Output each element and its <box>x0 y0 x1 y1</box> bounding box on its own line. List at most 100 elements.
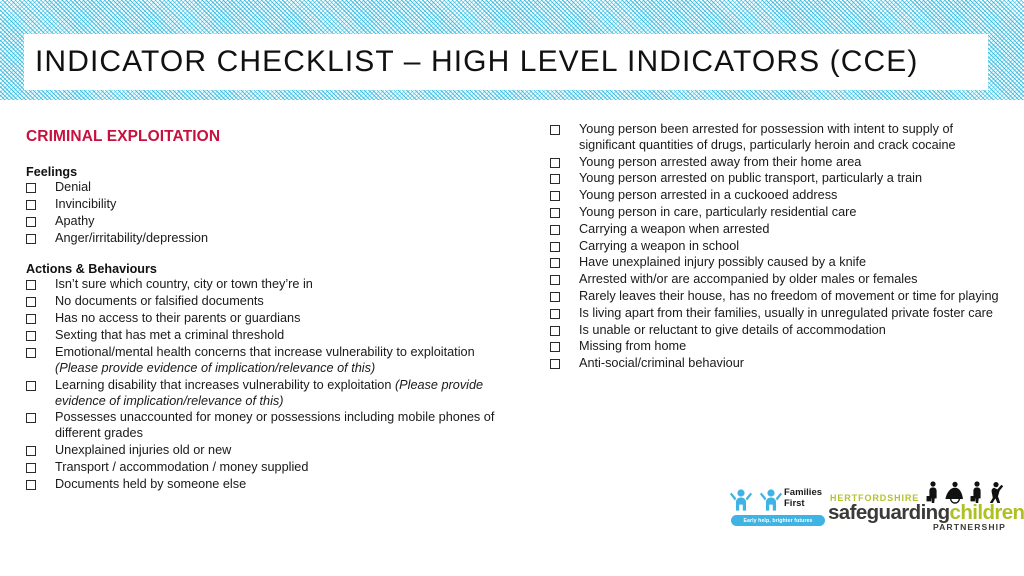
checklist-item-label: Apathy <box>55 213 95 228</box>
checklist-item-label: Arrested with/or are accompanied by olde… <box>579 272 918 287</box>
checklist-item[interactable]: Transport / accommodation / money suppli… <box>24 460 516 476</box>
checklist-item[interactable]: Young person in care, particularly resid… <box>548 205 1000 221</box>
group-title-feelings: Feelings <box>26 165 78 179</box>
checklist-item[interactable]: Have unexplained injury possibly caused … <box>548 255 1000 271</box>
checklist-item-label: Young person in care, particularly resid… <box>579 204 857 219</box>
checkbox-icon[interactable] <box>26 297 36 308</box>
checklist-item[interactable]: Is unable or reluctant to give details o… <box>548 323 1000 339</box>
checkbox-icon[interactable] <box>26 280 36 291</box>
families-first-name: Families First <box>784 487 823 509</box>
checkbox-icon[interactable] <box>26 380 36 391</box>
checklist-item[interactable]: Carrying a weapon in school <box>548 239 1000 255</box>
checklist-item[interactable]: Has no access to their parents or guardi… <box>24 311 516 327</box>
checklist-item-label: Have unexplained injury possibly caused … <box>579 255 867 270</box>
right-column: Young person been arrested for possessio… <box>548 100 1000 373</box>
checkbox-icon[interactable] <box>550 359 560 370</box>
families-first-line1: Families <box>784 487 823 498</box>
checklist-item[interactable]: Documents held by someone else <box>24 477 516 493</box>
checklist-item-label: Is living apart from their families, usu… <box>579 305 993 320</box>
checkbox-icon[interactable] <box>26 479 36 490</box>
checklist-item-note: (Please provide evidence of implication/… <box>55 360 376 375</box>
checkbox-icon[interactable] <box>26 199 36 210</box>
checklist-item[interactable]: Young person arrested away from their ho… <box>548 155 1000 171</box>
families-first-tagline: Early help, brighter futures <box>731 515 825 526</box>
checklist-item[interactable]: Arrested with/or are accompanied by olde… <box>548 272 1000 288</box>
checkbox-icon[interactable] <box>550 241 560 252</box>
checkbox-icon[interactable] <box>26 233 36 244</box>
checkbox-icon[interactable] <box>550 157 560 168</box>
checklist-item-label: Anger/irritability/depression <box>55 230 209 245</box>
checkbox-icon[interactable] <box>26 446 36 457</box>
checklist-item[interactable]: Is living apart from their families, usu… <box>548 306 1000 322</box>
checklist-item[interactable]: Denial <box>24 180 516 196</box>
checkbox-icon[interactable] <box>26 413 36 424</box>
checklist-item-label: Isn’t sure which country, city or town t… <box>55 277 313 292</box>
checklist-item-label: Carrying a weapon in school <box>579 238 740 253</box>
checklist-item[interactable]: No documents or falsified documents <box>24 294 516 310</box>
wordmark-children: children <box>949 501 1024 524</box>
checklist-item-label: Is unable or reluctant to give details o… <box>579 322 886 337</box>
checkbox-icon[interactable] <box>550 191 560 202</box>
checklist-item-label: Has no access to their parents or guardi… <box>55 311 301 326</box>
checklist-actions-behaviours: Isn’t sure which country, city or town t… <box>24 277 516 492</box>
checklist-item[interactable]: Young person arrested in a cuckooed addr… <box>548 188 1000 204</box>
checklist-item[interactable]: Missing from home <box>548 339 1000 355</box>
checklist-item[interactable]: Learning disability that increases vulne… <box>24 378 516 410</box>
checklist-item-label: Young person arrested away from their ho… <box>579 154 862 169</box>
checkbox-icon[interactable] <box>550 224 560 235</box>
checkbox-icon[interactable] <box>26 183 36 193</box>
checklist-item-label: Sexting that has met a criminal threshol… <box>55 328 285 343</box>
checklist-item-label: No documents or falsified documents <box>55 294 264 309</box>
group-title-actions-behaviours: Actions & Behaviours <box>26 262 157 277</box>
checklist-feelings: Denial Invincibility Apathy Anger/irrita… <box>24 180 516 246</box>
checklist-item-label: Young person been arrested for possessio… <box>579 122 956 152</box>
section-title-criminal-exploitation: CRIMINAL EXPLOITATION <box>26 128 221 145</box>
checklist-item-label: Emotional/mental health concerns that in… <box>55 345 475 360</box>
checkbox-icon[interactable] <box>550 258 560 269</box>
checkbox-icon[interactable] <box>550 291 560 302</box>
checklist-item[interactable]: Unexplained injuries old or new <box>24 443 516 459</box>
checklist-item[interactable]: Possesses unaccounted for money or posse… <box>24 410 516 442</box>
checkbox-icon[interactable] <box>550 342 560 353</box>
checkbox-icon[interactable] <box>550 325 560 336</box>
checklist-item[interactable]: Sexting that has met a criminal threshol… <box>24 328 516 344</box>
checkbox-icon[interactable] <box>550 308 560 319</box>
checklist-item[interactable]: Carrying a weapon when arrested <box>548 222 1000 238</box>
title-box: INDICATOR CHECKLIST – HIGH LEVEL INDICAT… <box>24 34 988 90</box>
families-first-logo: Families First Early help, brighter futu… <box>730 484 826 532</box>
checklist-item[interactable]: Young person been arrested for possessio… <box>548 122 1000 154</box>
checkbox-icon[interactable] <box>26 216 36 227</box>
checklist-item-label: Unexplained injuries old or new <box>55 443 232 458</box>
checkbox-icon[interactable] <box>550 125 560 135</box>
checklist-item[interactable]: Invincibility <box>24 197 516 213</box>
checklist-item[interactable]: Rarely leaves their house, has no freedo… <box>548 289 1000 305</box>
checklist-item[interactable]: Isn’t sure which country, city or town t… <box>24 277 516 293</box>
checkbox-icon[interactable] <box>26 314 36 325</box>
checklist-item-label: Documents held by someone else <box>55 476 247 491</box>
checklist-item[interactable]: Anger/irritability/depression <box>24 231 516 247</box>
checklist-item-label: Young person arrested on public transpor… <box>579 171 922 186</box>
checklist-item-label: Learning disability that increases vulne… <box>55 377 395 392</box>
families-figures-icon <box>730 489 782 511</box>
checklist-item[interactable]: Young person arrested on public transpor… <box>548 171 1000 187</box>
checklist-item[interactable]: Apathy <box>24 214 516 230</box>
checkbox-icon[interactable] <box>26 462 36 473</box>
checklist-item[interactable]: Anti-social/criminal behaviour <box>548 356 1000 372</box>
checklist-item-label: Rarely leaves their house, has no freedo… <box>579 288 999 303</box>
logo-strip: Families First Early help, brighter futu… <box>724 478 1024 540</box>
checklist-item-label: Young person arrested in a cuckooed addr… <box>579 188 838 203</box>
checkbox-icon[interactable] <box>550 174 560 185</box>
checklist-item[interactable]: Emotional/mental health concerns that in… <box>24 345 516 377</box>
checkbox-icon[interactable] <box>550 207 560 218</box>
checkbox-icon[interactable] <box>26 331 36 342</box>
checkbox-icon[interactable] <box>550 275 560 286</box>
checklist-item-label: Possesses unaccounted for money or posse… <box>55 410 495 441</box>
partnership-label: PARTNERSHIP <box>932 522 1006 532</box>
page-title: INDICATOR CHECKLIST – HIGH LEVEL INDICAT… <box>35 45 919 78</box>
safeguarding-children-partnership-logo: HERTFORDSHIRE safeguardingchildren PARTN… <box>828 480 1024 536</box>
families-first-line2: First <box>784 497 805 509</box>
checklist-item-label: Anti-social/criminal behaviour <box>579 356 745 371</box>
checklist-item-label: Invincibility <box>55 196 117 211</box>
checklist-item-label: Transport / accommodation / money suppli… <box>55 459 309 474</box>
checkbox-icon[interactable] <box>26 348 36 359</box>
